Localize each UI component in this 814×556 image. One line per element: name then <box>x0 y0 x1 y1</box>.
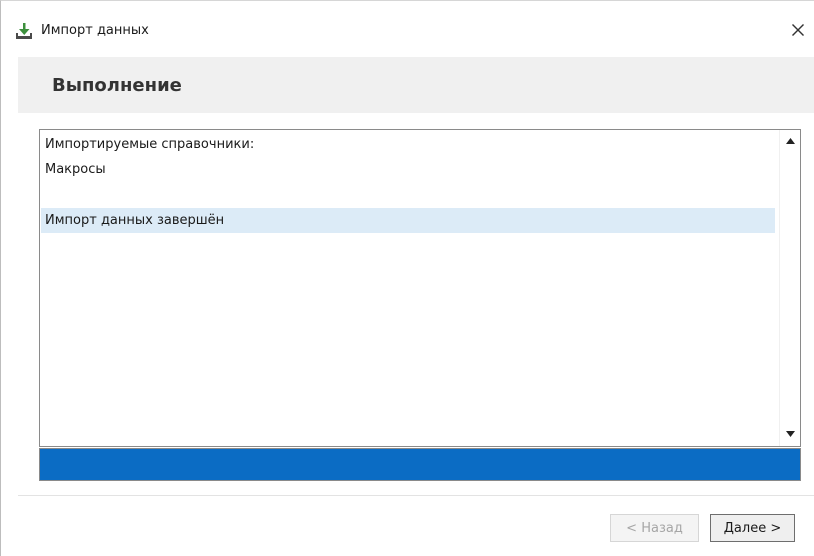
import-dialog-window: Импорт данных Выполнение Импортируемые с… <box>0 0 814 556</box>
log-line-import-complete[interactable]: Импорт данных завершён <box>41 208 775 233</box>
log-line-macros: Макросы <box>45 162 106 177</box>
back-button[interactable]: < Назад <box>610 514 699 542</box>
wizard-header: Выполнение <box>18 57 814 113</box>
page-title: Выполнение <box>52 75 182 96</box>
window-title: Импорт данных <box>41 23 149 38</box>
next-button[interactable]: Далее > <box>710 514 795 542</box>
import-progress-bar <box>39 448 801 481</box>
title-bar: Импорт данных <box>1 1 814 44</box>
download-tray-icon <box>15 22 33 40</box>
triangle-down-icon <box>785 431 795 437</box>
scroll-up-button[interactable] <box>783 134 797 148</box>
log-line-directories: Импортируемые справочники: <box>45 137 255 152</box>
import-log-list[interactable]: Импортируемые справочники: Макросы Импор… <box>39 129 801 447</box>
log-scrollbar[interactable] <box>779 130 800 446</box>
close-icon <box>792 24 804 36</box>
scroll-down-button[interactable] <box>783 427 797 441</box>
close-button[interactable] <box>786 18 810 42</box>
progress-fill <box>40 449 800 480</box>
triangle-up-icon <box>785 138 795 144</box>
footer-divider <box>18 495 814 496</box>
